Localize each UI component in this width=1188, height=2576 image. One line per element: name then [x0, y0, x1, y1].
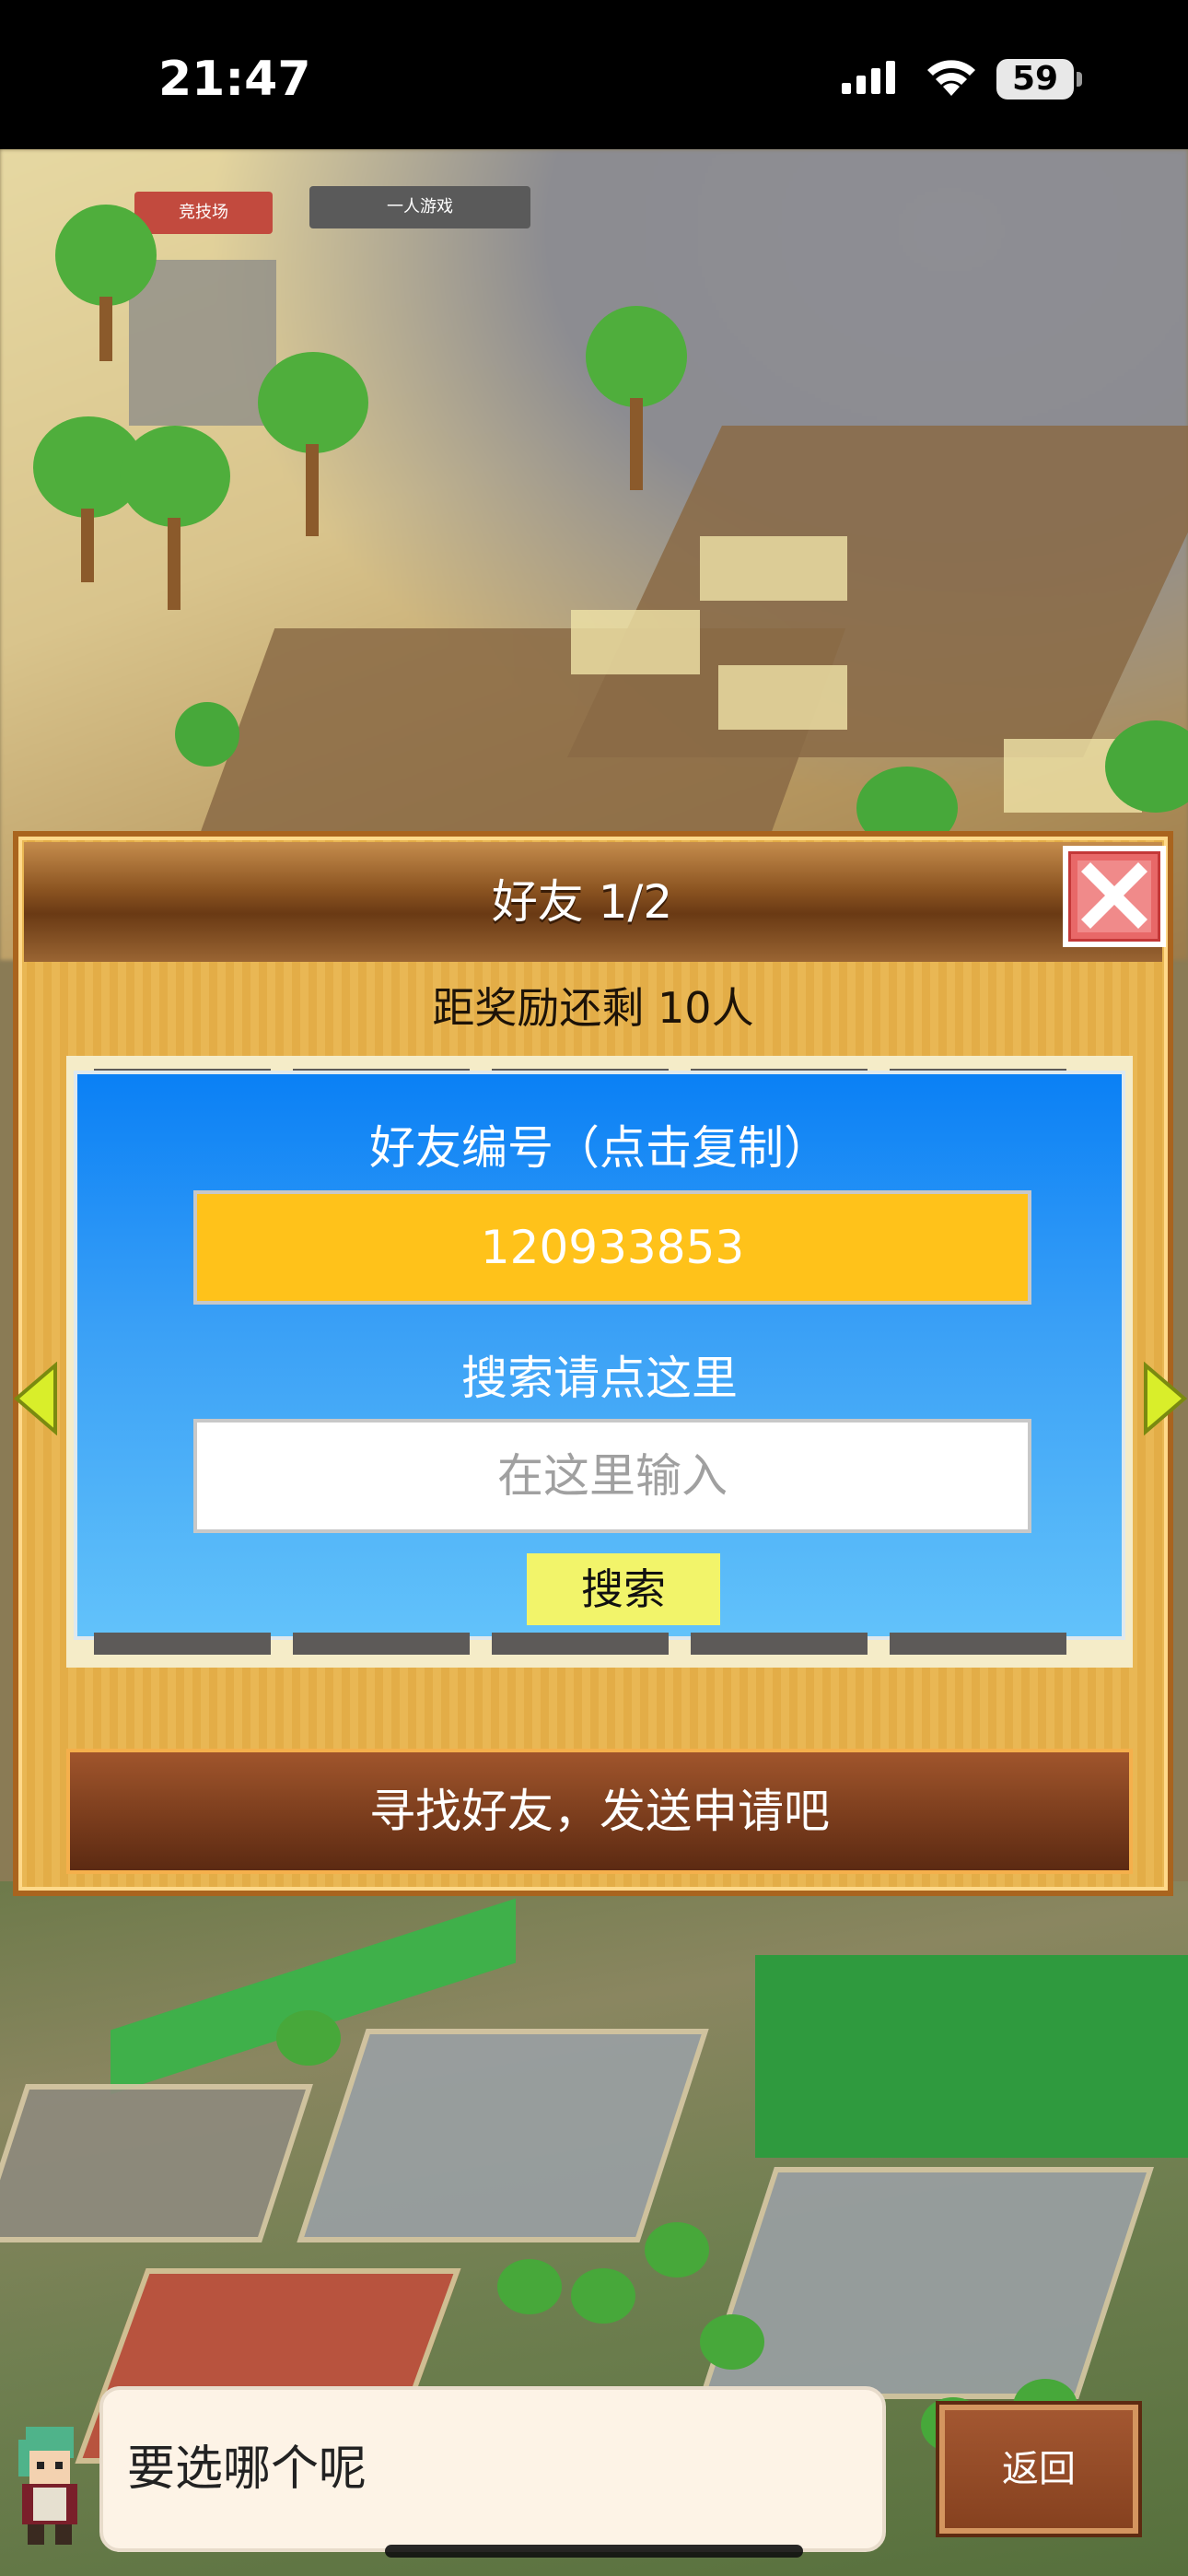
tree	[55, 205, 157, 361]
sand-tile	[718, 665, 847, 730]
reward-remaining-text: 距奖励还剩 10人	[432, 983, 754, 1033]
friend-slot[interactable]	[890, 1633, 1066, 1655]
arrow-left-icon[interactable]	[9, 1362, 64, 1435]
status-time: 21:47	[158, 52, 311, 107]
sand-tile	[571, 610, 700, 674]
back-button-label: 返回	[1002, 2448, 1076, 2490]
room	[297, 2029, 709, 2242]
tree	[586, 306, 687, 490]
friend-slot[interactable]	[293, 1633, 470, 1655]
bush	[571, 2268, 635, 2324]
speech-text: 要选哪个呢	[127, 2441, 367, 2497]
room	[0, 2084, 313, 2242]
signal-icon	[842, 61, 895, 94]
sand-tile	[700, 536, 847, 601]
close-icon	[1081, 862, 1147, 929]
room	[699, 2167, 1154, 2399]
find-friends-text: 寻找好友，发送申请吧	[369, 1785, 830, 1838]
grass-field	[755, 1955, 1188, 2158]
bush	[700, 2314, 764, 2370]
npc-avatar	[18, 2427, 77, 2545]
friend-search-panel: 好友编号（点击复制） 120933853 搜索请点这里 搜索	[74, 1071, 1125, 1640]
speech-bubble: 要选哪个呢	[99, 2386, 886, 2552]
battery-icon: 59	[996, 59, 1082, 100]
bush	[645, 2222, 709, 2277]
friend-slot[interactable]	[492, 1633, 669, 1655]
home-indicator[interactable]	[385, 2545, 803, 2558]
tree	[120, 426, 230, 610]
friend-list-frame: 好友编号（点击复制） 120933853 搜索请点这里 搜索	[66, 1056, 1133, 1668]
dialog-header: 好友 1/2	[24, 842, 1162, 962]
friend-slot[interactable]	[94, 1633, 271, 1655]
friend-id-copy-box[interactable]: 120933853	[193, 1190, 1031, 1305]
find-friends-banner[interactable]: 寻找好友，发送申请吧	[66, 1749, 1133, 1874]
dialog-title: 好友 1/2	[491, 875, 673, 929]
battery-level: 59	[1011, 60, 1059, 98]
friends-dialog: 好友 1/2 距奖励还剩 10人 好友编号（点击复制） 120933853 搜索…	[13, 831, 1188, 1896]
search-button[interactable]: 搜索	[527, 1553, 720, 1625]
status-bar: 21:47 59	[0, 0, 1188, 149]
close-button[interactable]	[1063, 846, 1166, 947]
friend-id-value: 120933853	[480, 1221, 745, 1274]
friend-id-label: 好友编号（点击复制）	[369, 1121, 830, 1175]
arrow-right-icon[interactable]	[1136, 1362, 1188, 1435]
bush	[175, 702, 239, 767]
bush	[497, 2259, 562, 2314]
friend-slot[interactable]	[691, 1633, 868, 1655]
bush	[276, 2010, 341, 2066]
map-label-single-player: 一人游戏	[309, 186, 530, 228]
friend-search-input[interactable]	[193, 1419, 1031, 1533]
search-hint: 搜索请点这里	[461, 1352, 738, 1405]
back-button[interactable]: 返回	[939, 2405, 1138, 2534]
wifi-icon	[927, 60, 975, 96]
tree	[258, 352, 368, 536]
